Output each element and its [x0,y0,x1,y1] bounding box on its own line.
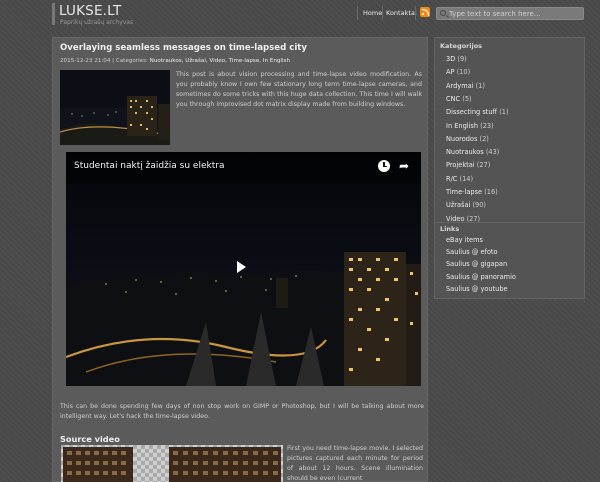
play-icon[interactable] [237,261,246,273]
category-link[interactable]: 3D (9) [446,55,467,63]
category-count: (16) [484,188,498,196]
video-title[interactable]: Studentai naktį žaidžia su elektra [74,161,224,171]
post-outro: This can be done spending few days of no… [60,403,424,420]
category-label[interactable]: R/C [446,175,457,183]
category-link[interactable]: Time-lapse (16) [446,188,498,196]
category-label[interactable]: Užrašai [446,201,470,209]
section-title: Source video [60,434,120,444]
nav-contact-link[interactable]: Kontaktai [386,9,417,17]
category-label[interactable]: CNC [446,95,460,103]
category-label[interactable]: Nuotraukos [446,148,484,156]
category-count: (1) [499,108,509,117]
categories-box: Kategorijos 3D (9) AP (10) Ardymai (1) CNC … [434,37,585,223]
category-count: (90) [472,201,487,210]
category-count: (1) [475,81,485,90]
category-link[interactable]: CNC (5) [446,95,472,103]
links-box: Links eBay items Saulius @ efoto Saulius @… [434,222,585,299]
search-box[interactable] [436,7,584,20]
category-count: (23) [480,121,494,130]
category-count: (27) [476,161,491,170]
category-count: (14) [459,174,474,183]
category-label[interactable]: Projektai [446,161,475,169]
rss-icon[interactable] [420,7,430,17]
site-title[interactable]: LUKSE.LT [59,3,121,19]
sidebar-link[interactable]: Saulius @ panoramio [446,273,516,281]
night-city-thumbnail [60,70,170,145]
category-link[interactable]: In English (23) [446,122,494,130]
watch-later-icon[interactable] [378,160,390,172]
site-header: LUKSE.LT Paprikų užrašų archyvas Home Ko… [0,0,600,32]
post-date: 2015-12-23 21:04 | Categories: [60,58,150,64]
share-icon[interactable]: ➦ [399,160,411,172]
category-link[interactable]: Dissecting stuff (1) [446,108,509,116]
nav-home-link[interactable]: Home [363,9,382,17]
search-icon [440,10,446,16]
logo-bar [52,3,55,25]
category-count: (5) [462,94,472,103]
category-link[interactable]: Nuorodos (2) [446,135,489,143]
post-categories[interactable]: Nuotraukos, Užrašai, Video, Time-lapse, … [150,58,290,64]
category-count: (2) [479,134,489,143]
category-label[interactable]: Nuorodos [446,135,477,143]
category-label[interactable]: In English [446,122,478,130]
post-thumbnail[interactable] [60,70,170,145]
category-link[interactable]: Ardymai (1) [446,82,485,90]
category-label[interactable]: Ardymai [446,82,474,90]
post-meta: 2015-12-23 21:04 | Categories: Nuotrauko… [60,58,290,64]
post-intro: This post is about vision processing and… [176,71,422,108]
sidebar: Kategorijos 3D (9) AP (10) Ardymai (1) CNC … [434,37,585,482]
source-frames-image [61,445,283,482]
section-text: First you need time-lapse movie. I selec… [287,445,423,482]
site-subtitle: Paprikų užrašų archyvas [60,19,134,26]
categories-heading: Kategorijos [440,42,483,50]
nav-divider [415,6,416,20]
nav-divider [382,6,383,20]
category-link[interactable]: R/C (14) [446,175,473,183]
sidebar-link[interactable]: Saulius @ youtube [446,285,508,293]
links-heading: Links [440,225,460,233]
category-label[interactable]: 3D [446,55,455,63]
source-video-preview [61,445,283,482]
nav-divider [357,6,358,20]
category-link[interactable]: AP (10) [446,68,470,76]
search-input[interactable] [449,9,581,19]
category-label[interactable]: Dissecting stuff [446,108,497,116]
video-player[interactable]: Studentai naktį žaidžia su elektra ➦ [66,152,421,386]
category-label[interactable]: Time-lapse [446,188,482,196]
category-label[interactable]: AP [446,68,455,76]
sidebar-link[interactable]: Saulius @ efoto [446,248,498,256]
category-link[interactable]: Nuotraukos (43) [446,148,499,156]
category-count: (43) [485,148,500,157]
sidebar-link[interactable]: Saulius @ gigapan [446,260,507,268]
category-count: (10) [456,68,471,77]
category-count: (9) [457,55,467,63]
sidebar-link[interactable]: eBay items [446,236,483,244]
post-panel: Overlaying seamless messages on time-lap… [52,37,428,482]
category-link[interactable]: Užrašai (90) [446,201,486,209]
post-title[interactable]: Overlaying seamless messages on time-lap… [60,43,307,53]
category-link[interactable]: Projektai (27) [446,161,490,169]
